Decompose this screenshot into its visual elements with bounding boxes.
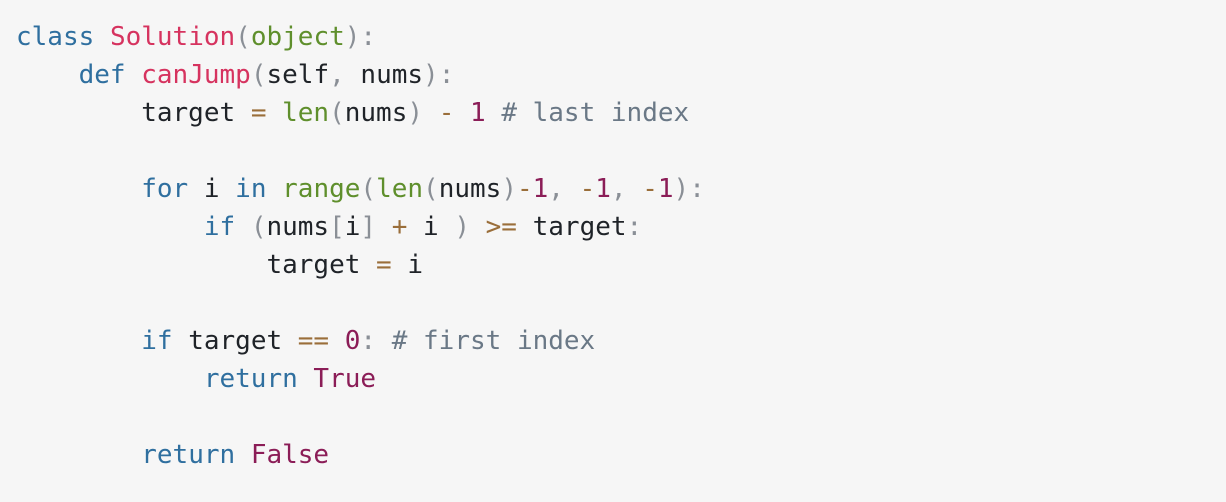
code-token-identifier [470, 212, 486, 242]
code-token-operator: - [642, 174, 658, 204]
code-token-identifier [298, 364, 314, 394]
code-token-identifier: target [516, 212, 627, 242]
code-token-punctuation: ] [360, 212, 377, 242]
code-token-keyword: for [141, 174, 189, 204]
code-token-keyword: def [78, 60, 126, 90]
code-token-keyword: return [203, 364, 298, 394]
code-token-punctuation: ) [407, 98, 424, 128]
code-token-builtin: len [282, 98, 330, 128]
code-token-identifier: i [344, 212, 361, 242]
code-token-identifier [376, 326, 392, 356]
code-token-operator: - [579, 174, 596, 204]
code-token-keyword: class [16, 22, 95, 52]
code-token-comment: # last index [501, 98, 690, 128]
code-token-punctuation: [ [329, 212, 345, 242]
code-token-operator: = [376, 250, 392, 280]
code-token-identifier [329, 326, 345, 356]
code-token-identifier [454, 98, 470, 128]
code-token-keyword: if [141, 326, 173, 356]
code-token-punctuation: ) [501, 174, 517, 204]
code-token-identifier [486, 98, 502, 128]
code-token-punctuation: : [360, 326, 377, 356]
code-token-punctuation: ): [344, 22, 377, 52]
code-line-9: if target == 0: # first index [16, 322, 1212, 360]
code-token-operator: == [297, 326, 330, 356]
code-token-comment: # first index [391, 326, 596, 356]
code-token-punctuation: ( [329, 98, 345, 128]
code-line-3: target = len(nums) - 1 # last index [16, 94, 1212, 132]
code-token-identifier: target [172, 326, 298, 356]
code-token-identifier [16, 60, 79, 90]
code-token-identifier [235, 440, 251, 470]
code-token-name: Solution [109, 22, 236, 52]
code-token-identifier: nums [344, 98, 408, 128]
code-token-identifier: self [266, 60, 330, 90]
code-token-keyword: if [203, 212, 236, 242]
code-token-constant: True [313, 364, 377, 394]
code-line-12: return False [16, 436, 1212, 474]
code-token-punctuation: ( [250, 60, 267, 90]
code-token-identifier [266, 174, 282, 204]
code-token-identifier [126, 60, 142, 90]
code-token-punctuation: ( [423, 174, 439, 204]
code-token-punctuation: ): [423, 60, 455, 90]
code-token-operator: - [516, 174, 533, 204]
code-line-1: class Solution(object): [16, 18, 1212, 56]
code-token-keyword: return [141, 440, 236, 470]
code-token-identifier: i [407, 212, 455, 242]
code-line-7: target = i [16, 246, 1212, 284]
code-token-operator: >= [485, 212, 517, 242]
code-token-identifier: nums [360, 60, 424, 90]
code-token-punctuation: ( [235, 22, 251, 52]
code-token-identifier [16, 326, 141, 356]
code-token-identifier [16, 440, 141, 470]
code-token-number: 1 [470, 98, 486, 128]
code-token-punctuation: ( [250, 212, 267, 242]
code-token-identifier: target [16, 98, 251, 128]
code-token-builtin: len [376, 174, 424, 204]
code-token-punctuation: , [548, 174, 580, 204]
code-token-punctuation: : [626, 212, 643, 242]
code-token-punctuation: , [610, 174, 643, 204]
code-line-5: for i in range(len(nums)-1, -1, -1): [16, 170, 1212, 208]
code-token-identifier [16, 212, 204, 242]
code-token-punctuation: , [329, 60, 361, 90]
code-token-constant: False [250, 440, 330, 470]
code-token-operator: + [391, 212, 408, 242]
code-token-identifier: nums [266, 212, 330, 242]
code-token-identifier [376, 212, 392, 242]
code-token-number: 1 [657, 174, 674, 204]
code-token-identifier [423, 98, 439, 128]
code-token-identifier [235, 212, 251, 242]
code-line-2: def canJump(self, nums): [16, 56, 1212, 94]
code-token-identifier [266, 98, 282, 128]
code-token-punctuation: ) [454, 212, 470, 242]
code-line-6: if (nums[i] + i ) >= target: [16, 208, 1212, 246]
code-token-identifier [16, 364, 204, 394]
code-token-punctuation: ( [360, 174, 377, 204]
code-token-operator: = [250, 98, 267, 128]
code-token-identifier: i [188, 174, 236, 204]
code-token-identifier [94, 22, 110, 52]
code-block: class Solution(object): def canJump(self… [0, 0, 1226, 502]
code-token-number: 1 [532, 174, 549, 204]
code-token-builtin: object [250, 22, 345, 52]
code-token-identifier: target [16, 250, 377, 280]
code-token-identifier [16, 174, 141, 204]
code-token-identifier: i [391, 250, 423, 280]
code-token-operator: - [438, 98, 455, 128]
code-token-identifier: nums [438, 174, 502, 204]
code-token-punctuation: ): [673, 174, 705, 204]
code-token-number: 0 [344, 326, 361, 356]
code-token-builtin: range [282, 174, 361, 204]
code-token-name: canJump [141, 60, 251, 90]
code-line-10: return True [16, 360, 1212, 398]
code-token-number: 1 [595, 174, 611, 204]
code-token-keyword: in [235, 174, 267, 204]
